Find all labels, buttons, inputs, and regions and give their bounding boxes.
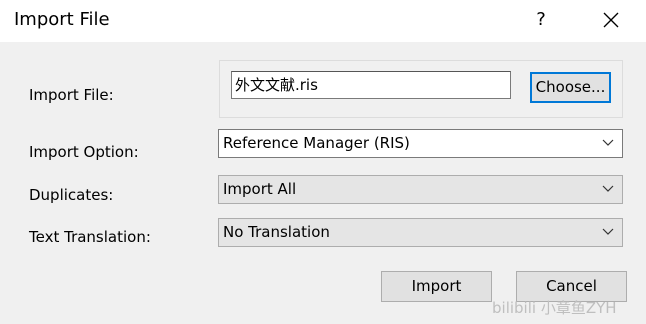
import-option-select[interactable]: Reference Manager (RIS) — [218, 129, 623, 158]
choose-button[interactable]: Choose... — [530, 72, 611, 103]
import-button[interactable]: Import — [381, 271, 492, 302]
import-file-input[interactable]: 外文文献.ris — [231, 71, 511, 99]
import-file-label: Import File: — [29, 86, 114, 104]
import-option-label: Import Option: — [29, 143, 139, 161]
import-option-value: Reference Manager (RIS) — [223, 134, 410, 152]
dialog-title: Import File — [14, 9, 110, 30]
close-button[interactable] — [596, 6, 626, 34]
help-button[interactable]: ? — [526, 6, 556, 34]
chevron-down-icon — [602, 185, 614, 192]
watermark: bilibili 小章鱼ZYH — [492, 299, 617, 317]
chevron-down-icon — [602, 139, 614, 146]
text-translation-select[interactable]: No Translation — [218, 218, 623, 247]
duplicates-value: Import All — [223, 180, 297, 198]
title-bar: Import File ? — [0, 0, 646, 42]
duplicates-select[interactable]: Import All — [218, 175, 623, 204]
text-translation-label: Text Translation: — [29, 228, 151, 246]
text-translation-value: No Translation — [223, 223, 330, 241]
chevron-down-icon — [602, 228, 614, 235]
duplicates-label: Duplicates: — [29, 186, 114, 204]
close-icon — [603, 12, 619, 28]
